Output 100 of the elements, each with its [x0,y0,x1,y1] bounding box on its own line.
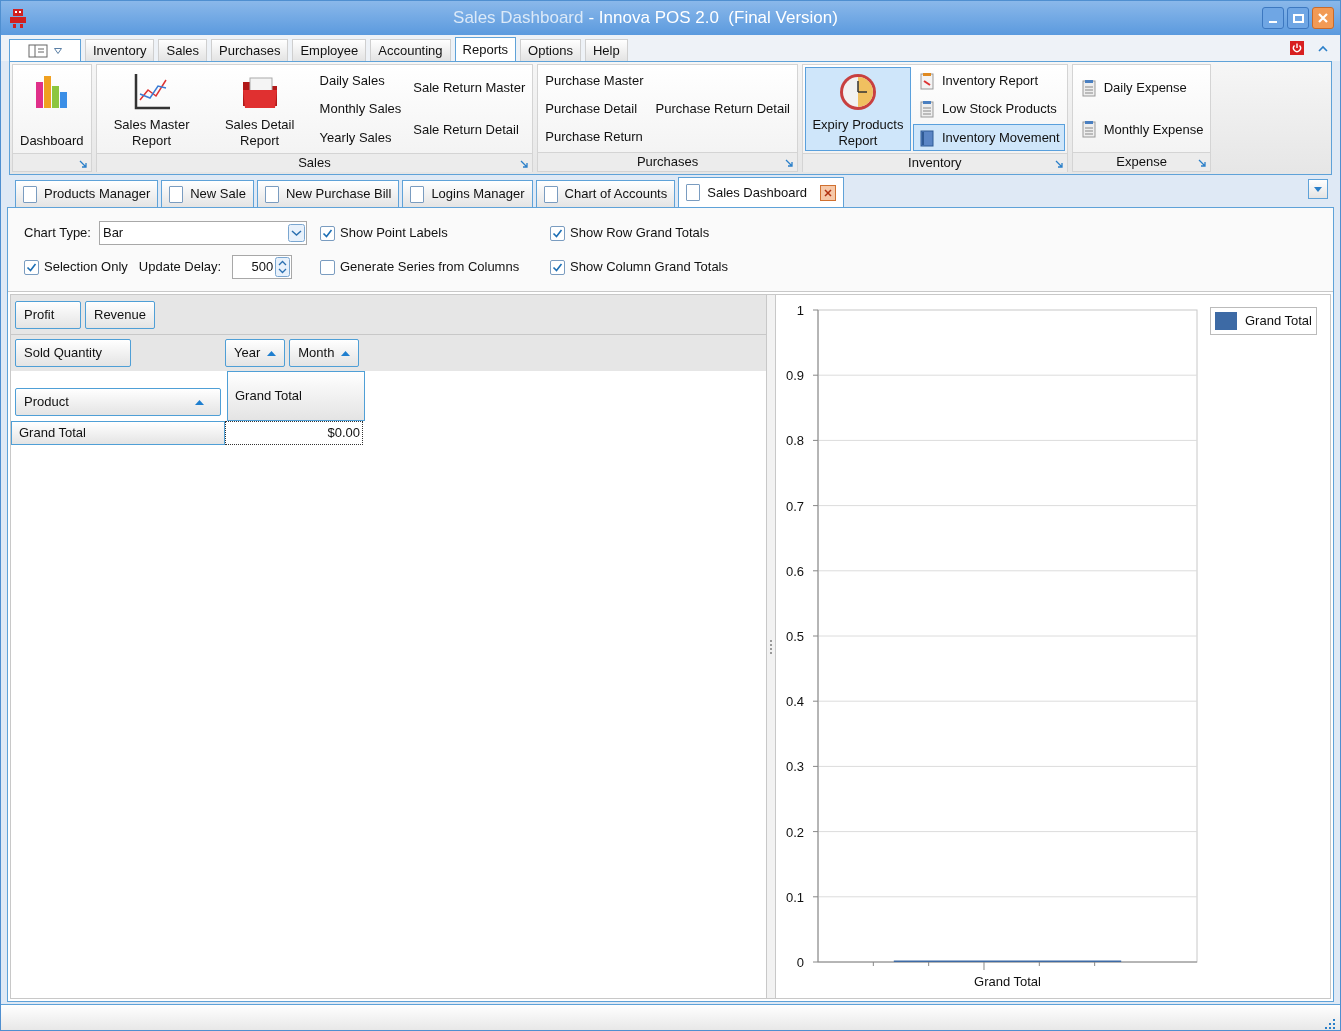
x-category-label: Grand Total [974,974,1041,989]
checkbox[interactable] [24,259,39,275]
launcher-icon[interactable] [784,159,793,167]
ribbon-button[interactable]: Daily Expense [1074,74,1209,102]
menu-tab[interactable]: Sales [158,39,207,61]
document-tab[interactable]: Chart of Accounts [535,180,676,207]
checkbox-label: Show Point Labels [340,224,448,243]
filter-field[interactable]: Revenue [85,300,156,329]
column-field[interactable]: Month [289,339,360,367]
launcher-icon[interactable] [1054,160,1063,168]
checkbox[interactable] [320,259,335,275]
maximize-button[interactable] [1287,7,1309,29]
group-label: Sales [298,155,331,171]
y-tick-label: 0.5 [785,629,804,644]
ribbon-button[interactable]: Purchase Return Detail [650,95,795,122]
menu-tab[interactable]: Employee [292,39,367,61]
document-tab[interactable]: Sales Dashboard [678,177,844,207]
document-icon [23,185,37,203]
column-field[interactable]: Year [225,339,286,367]
menu-tab[interactable]: Inventory [85,39,155,61]
ribbon-button[interactable]: Daily Sales [314,67,407,94]
document-tab[interactable]: New Sale [161,180,254,207]
y-tick-label: 0.9 [785,368,804,384]
document-icon [543,185,558,203]
row-field[interactable]: Product [15,388,221,416]
document-icon [917,71,936,90]
power-icon[interactable] [1290,41,1304,55]
data-field[interactable]: Sold Quantity [15,339,131,367]
document-icon [410,185,425,203]
resize-grip-icon[interactable] [1324,1018,1336,1030]
ribbon-button[interactable]: Monthly Expense [1074,115,1209,143]
minimize-button[interactable] [1262,7,1284,29]
sort-ascending-icon [195,399,204,405]
ribbon-button[interactable]: Sale Return Master [408,74,531,102]
launcher-icon[interactable] [520,160,529,168]
legend-swatch [1215,312,1237,330]
menu-tab[interactable]: Reports [454,37,517,61]
y-tick-label: 0 [796,955,804,970]
list-icon [917,100,936,118]
close-icon [1317,12,1329,24]
document-tab[interactable]: New Purchase Bill [256,180,400,207]
chart-type-dropdown[interactable]: Bar [98,221,307,245]
y-tick-label: 1 [796,303,804,318]
ribbon-button[interactable]: Low Stock Products [912,95,1065,123]
document-icon [264,185,279,203]
chart-legend: Grand Total [1210,307,1317,335]
robot-icon [7,7,29,29]
ribbon-button[interactable]: Purchase Return [540,123,649,150]
launcher-icon[interactable] [1198,159,1207,167]
checkbox[interactable] [320,225,335,241]
ribbon-button[interactable]: Yearly Sales [314,124,407,151]
document-icon [686,184,701,201]
document-icon [169,185,184,203]
document-tab[interactable]: Products Manager [15,180,159,207]
y-tick-label: 0.6 [785,563,804,579]
close-button[interactable] [1312,7,1334,29]
collapse-icon[interactable] [1318,44,1328,52]
menu-tab[interactable]: Accounting [370,39,451,61]
list-icon [1079,78,1098,97]
field-label: Update Delay: [138,258,222,277]
ribbon-button[interactable]: Inventory Movement [912,124,1065,151]
ribbon-button[interactable]: Expiry Products Report [804,67,911,151]
ribbon-button[interactable]: Sales Master Report [98,67,205,151]
checkbox-label: Show Column Grand Totals [570,258,728,277]
sort-ascending-icon [341,350,351,356]
quick-access-menu[interactable] [9,39,81,61]
list-icon [1079,120,1098,139]
caret-icon [1314,186,1322,192]
ribbon-button[interactable]: Inventory Report [912,67,1065,94]
y-tick-label: 0.2 [785,824,804,840]
checkbox[interactable] [550,225,565,241]
ribbon-button[interactable]: Dashboard [15,67,89,151]
ribbon-button[interactable]: Sale Return Detail [408,116,531,144]
y-tick-label: 0.4 [785,694,804,710]
menu-tab[interactable]: Options [520,39,581,61]
checkbox[interactable] [550,259,565,275]
row-header: Grand Total [11,421,225,445]
update-delay-spinner[interactable]: 500 [232,255,293,279]
tab-list-button[interactable] [1308,179,1328,199]
window-title: - Innova POS 2.0 (Final Version) [588,7,838,30]
document-tab[interactable]: Logins Manager [402,180,533,207]
spin-arrows-icon[interactable] [275,257,291,277]
y-tick-label: 0.3 [785,759,804,775]
ribbon-button[interactable]: Monthly Sales [314,95,407,123]
y-tick-label: 0.1 [785,889,804,905]
menu-tab[interactable]: Help [584,39,628,61]
value-cell: $0.00 [225,421,363,445]
launcher-icon[interactable] [78,160,87,168]
checkbox-label: Selection Only [44,258,128,277]
sort-ascending-icon [267,350,277,356]
menu-tab[interactable]: Purchases [211,39,289,61]
ribbon-button[interactable]: Purchase Detail [540,95,649,122]
filter-field[interactable]: Profit [15,300,81,329]
caret-icon [54,47,62,54]
group-label: Purchases [636,154,699,170]
close-icon[interactable] [819,184,836,201]
group-label: Expense [1116,154,1167,170]
ribbon-button[interactable]: Purchase Master [540,67,649,94]
checkbox-label: Show Row Grand Totals [570,224,710,243]
ribbon-button[interactable]: Sales Detail Report [206,67,313,151]
